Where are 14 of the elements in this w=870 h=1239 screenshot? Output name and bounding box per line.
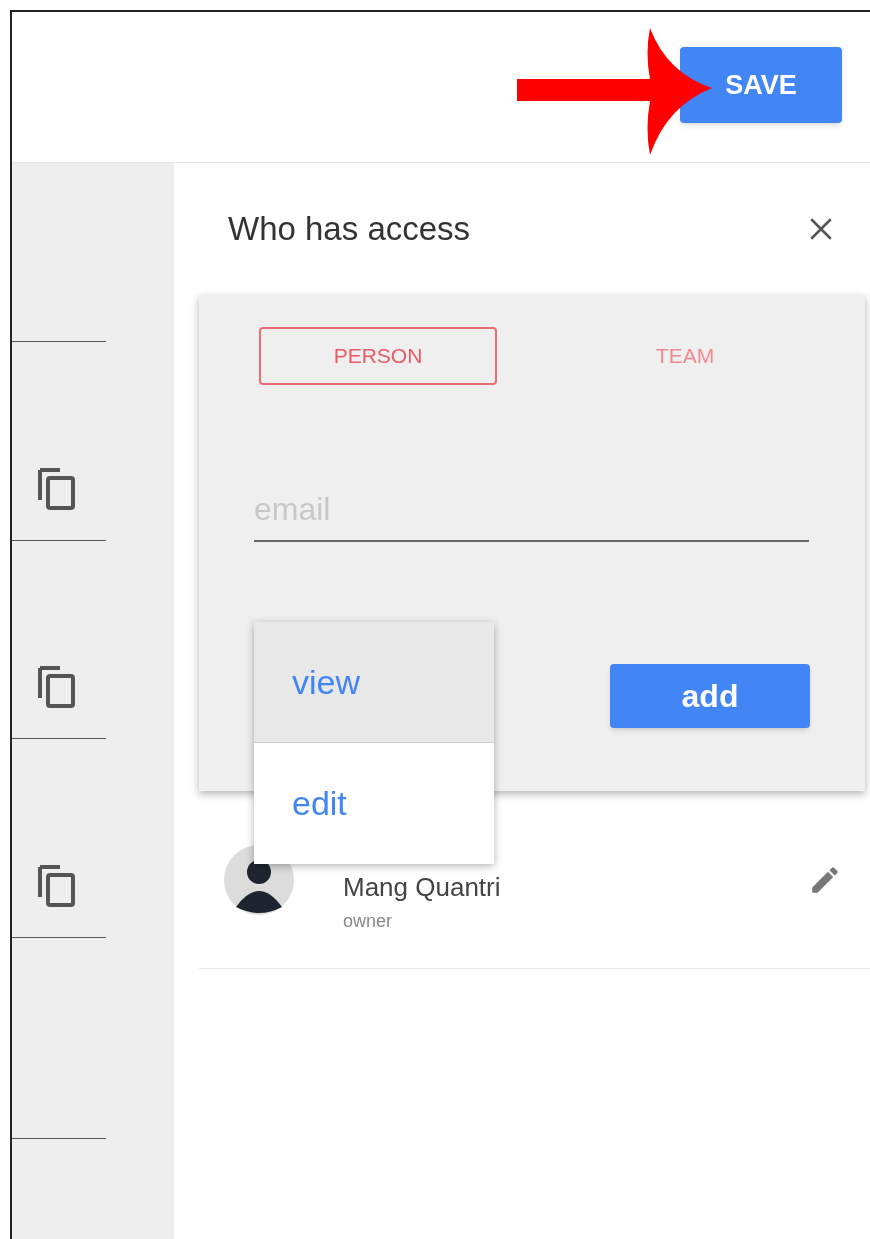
tab[interactable]: PERSON [259, 327, 497, 385]
close-icon[interactable] [808, 216, 834, 242]
panel-title: Who has access [228, 209, 471, 250]
tab[interactable]: TEAM [566, 327, 804, 385]
copy-icon[interactable] [38, 865, 76, 907]
copy-icon[interactable] [38, 666, 76, 708]
avatar [224, 844, 294, 915]
member-role: owner [343, 909, 394, 933]
member-name: Mang Quantri [343, 871, 502, 904]
save-button[interactable]: SAVE [680, 47, 842, 123]
add-button[interactable]: add [610, 664, 810, 728]
menu-item[interactable]: edit [254, 743, 494, 864]
menu-item[interactable]: view [254, 622, 494, 743]
copy-icon[interactable] [38, 468, 76, 510]
